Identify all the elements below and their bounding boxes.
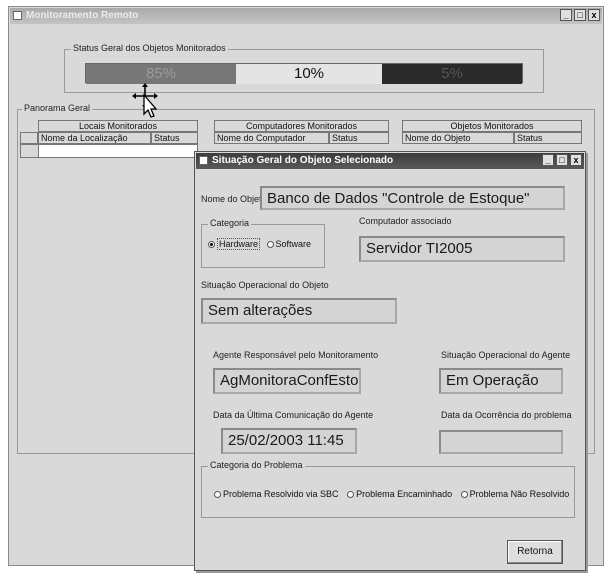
status-segment-problem: 5%	[382, 64, 522, 84]
problem-resolved-radio[interactable]: Problema Resolvido via SBC	[214, 489, 339, 499]
status-ok-percent: 85%	[145, 65, 177, 82]
object-name-label: Nome do Objeto	[201, 194, 267, 204]
status-segment-ok: 85%	[86, 64, 236, 84]
locations-table[interactable]: Locais Monitorados Nome da Localização S…	[20, 120, 200, 180]
problem-forwarded-radio[interactable]: Problema Encaminhado	[347, 489, 452, 499]
main-window-title: Monitoramento Remoto	[26, 10, 139, 21]
move-cursor-icon	[132, 83, 158, 118]
table-row-header-spacer	[20, 132, 38, 144]
column-header-location-name[interactable]: Nome da Localização	[38, 132, 151, 144]
category-hardware-radio[interactable]: Hardware	[208, 238, 261, 250]
column-header-computer-name[interactable]: Nome do Computador	[214, 132, 329, 144]
maximize-icon[interactable]: □	[556, 154, 568, 166]
computers-table[interactable]: Computadores Monitorados Nome do Computa…	[214, 120, 389, 150]
detail-window-titlebar[interactable]: Situação Geral do Objeto Selecionado _ □…	[196, 153, 584, 169]
close-icon[interactable]: x	[570, 154, 582, 166]
computers-table-title: Computadores Monitorados	[214, 120, 389, 132]
problem-forwarded-label: Problema Encaminhado	[356, 489, 453, 499]
agent-label: Agente Responsável pelo Monitoramento	[213, 350, 379, 360]
row-selector[interactable]	[21, 145, 39, 157]
problem-unresolved-label: Problema Não Resolvido	[469, 489, 570, 499]
category-software-label: Software	[275, 239, 312, 249]
problem-category-label: Categoria do Problema	[208, 460, 305, 470]
status-warning-percent: 10%	[293, 65, 325, 82]
column-header-status[interactable]: Status	[329, 132, 389, 144]
last-comm-field[interactable]: 25/02/2003 11:45	[221, 428, 357, 454]
app-icon	[13, 11, 22, 20]
return-button[interactable]: Retorna	[507, 540, 563, 564]
problem-resolved-label: Problema Resolvido via SBC	[223, 489, 339, 499]
category-group: Categoria Hardware Software	[201, 218, 325, 268]
objects-table-title: Objetos Monitorados	[402, 120, 582, 132]
column-header-status[interactable]: Status	[514, 132, 582, 144]
status-group-label: Status Geral dos Objetos Monitorados	[71, 43, 228, 53]
minimize-icon[interactable]: _	[560, 9, 572, 21]
last-comm-label: Data da Última Comunicação do Agente	[213, 410, 374, 420]
status-segment-warning: 10%	[236, 64, 382, 84]
objects-table[interactable]: Objetos Monitorados Nome do Objeto Statu…	[402, 120, 582, 150]
overview-group-label: Panorama Geral	[22, 103, 93, 113]
locations-table-title: Locais Monitorados	[38, 120, 198, 132]
column-header-status[interactable]: Status	[151, 132, 198, 144]
category-group-label: Categoria	[208, 218, 252, 228]
column-header-object-name[interactable]: Nome do Objeto	[402, 132, 514, 144]
occurrence-label: Data da Ocorrência do problema	[441, 410, 572, 420]
radio-unselected-icon	[214, 491, 221, 499]
main-window-titlebar[interactable]: Monitoramento Remoto _ □ x	[10, 8, 602, 24]
table-row-selected[interactable]	[20, 144, 198, 158]
agent-field[interactable]: AgMonitoraConfEstoque	[213, 368, 361, 394]
status-bar: 85% 10% 5%	[85, 63, 523, 84]
computer-field[interactable]: Servidor TI2005	[359, 236, 565, 262]
app-icon	[199, 156, 208, 165]
agent-status-field[interactable]: Em Operação	[439, 368, 563, 394]
occurrence-field[interactable]	[439, 430, 563, 454]
category-hardware-label: Hardware	[217, 238, 261, 250]
problem-category-group: Categoria do Problema Problema Resolvido…	[201, 460, 575, 518]
radio-selected-icon	[208, 241, 215, 249]
object-name-field[interactable]: Banco de Dados "Controle de Estoque"	[260, 186, 565, 210]
computer-label: Computador associado	[359, 216, 452, 226]
detail-window: Situação Geral do Objeto Selecionado _ □…	[194, 151, 586, 571]
status-problem-percent: 5%	[441, 65, 463, 82]
op-status-field[interactable]: Sem alterações	[201, 298, 397, 324]
category-software-radio[interactable]: Software	[266, 239, 312, 249]
detail-window-title: Situação Geral do Objeto Selecionado	[212, 155, 394, 166]
maximize-icon[interactable]: □	[574, 9, 586, 21]
close-icon[interactable]: x	[588, 9, 600, 21]
radio-unselected-icon	[347, 491, 355, 499]
op-status-label: Situação Operacional do Objeto	[201, 280, 329, 290]
radio-unselected-icon	[266, 241, 274, 249]
agent-status-label: Situação Operacional do Agente	[441, 350, 571, 360]
radio-unselected-icon	[460, 491, 468, 499]
minimize-icon[interactable]: _	[542, 154, 554, 166]
problem-unresolved-radio[interactable]: Problema Não Resolvido	[460, 489, 570, 499]
